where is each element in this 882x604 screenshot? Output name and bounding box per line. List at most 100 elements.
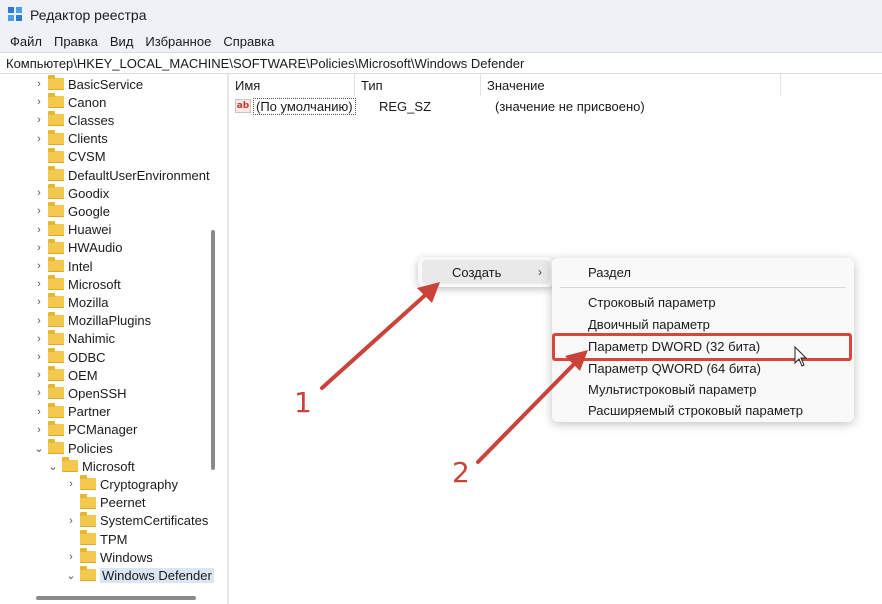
value-type: REG_SZ [379,98,432,114]
folder-icon [48,311,64,327]
chevron-down-icon[interactable]: ⌄ [34,439,44,457]
tree-item[interactable]: › SystemCertificates [66,511,208,530]
folder-icon [48,293,64,309]
submenu-item-multistring[interactable]: Мультистроковый параметр [588,378,757,400]
tree-item-label: Intel [68,258,93,274]
chevron-right-icon[interactable]: › [34,366,44,384]
chevron-right-icon[interactable]: › [34,293,44,311]
string-value-icon: ab [235,99,251,113]
tree-item-label: DefaultUserEnvironment [68,167,210,183]
chevron-right-icon[interactable]: › [34,275,44,293]
tree-item[interactable]: › Google [34,202,110,220]
menu-item-create[interactable]: Создать › [422,260,550,284]
chevron-down-icon[interactable]: ⌄ [48,457,58,475]
folder-icon [48,439,64,454]
chevron-right-icon[interactable]: › [34,93,44,111]
chevron-right-icon[interactable]: › [66,548,76,566]
column-type[interactable]: Тип [355,74,481,96]
annotation-step-1: 1 [294,386,312,419]
menu-view[interactable]: Вид [104,34,140,49]
chevron-right-icon[interactable]: › [34,202,44,220]
submenu-item-string[interactable]: Строковый параметр [588,291,716,313]
tree-item[interactable]: › Mozilla [34,293,108,311]
folder-icon [48,184,64,200]
registry-tree[interactable]: › BasicService › Canon › Classes › Clients CVSM D… [0,74,222,604]
chevron-right-icon: › [538,265,542,279]
address-bar[interactable]: Компьютер\HKEY_LOCAL_MACHINE\SOFTWARE\Po… [0,52,882,74]
tree-item[interactable]: ⌄ Windows Defender [66,566,214,584]
tree-item[interactable]: TPM [66,530,127,548]
tree-item[interactable]: › BasicService [34,75,143,93]
folder-icon [80,530,96,545]
chevron-right-icon[interactable]: › [34,348,44,366]
tree-item-label: Clients [68,131,108,147]
tree-item[interactable]: › Nahimic [34,329,115,348]
tree-item[interactable]: › MozillaPlugins [34,311,151,330]
tree-item[interactable]: › Goodix [34,184,109,202]
tree-item[interactable]: CVSM [34,147,106,166]
chevron-right-icon[interactable]: › [34,184,44,202]
chevron-right-icon[interactable]: › [34,75,44,93]
chevron-right-icon[interactable]: › [34,421,44,439]
tree-item-label: Microsoft [82,458,135,474]
tree-item[interactable]: › PCManager [34,420,137,439]
tree-item[interactable]: › ODBC [34,348,106,366]
chevron-right-icon[interactable]: › [34,384,44,402]
folder-icon [48,220,64,236]
tree-item[interactable]: › OEM [34,366,98,384]
folder-icon [80,548,96,564]
tree-item[interactable]: ⌄ Policies [34,439,113,457]
tree-item-label: Policies [68,440,113,456]
chevron-right-icon[interactable]: › [34,221,44,239]
chevron-right-icon[interactable]: › [34,130,44,148]
tree-item[interactable]: › OpenSSH [34,384,127,402]
tree-item-label: Microsoft [68,276,121,292]
menu-help[interactable]: Справка [217,34,280,49]
tree-item[interactable]: › Canon [34,93,106,111]
menu-file[interactable]: Файл [4,34,48,49]
menu-favorites[interactable]: Избранное [139,34,217,49]
value-row[interactable]: ab (По умолчанию) REG_SZ (значение не пр… [229,96,645,116]
folder-icon [48,329,64,345]
chevron-right-icon[interactable]: › [34,403,44,421]
chevron-down-icon[interactable]: ⌄ [66,566,76,584]
tree-item[interactable]: › Cryptography [66,475,178,493]
tree-item[interactable]: ⌄ Microsoft [48,457,135,475]
tree-item[interactable]: › Clients [34,129,108,148]
tree-item[interactable]: › HWAudio [34,238,122,257]
tree-item[interactable]: Peernet [66,493,146,512]
tree-item[interactable]: DefaultUserEnvironment [34,166,210,184]
folder-icon [80,566,96,582]
tree-guide [34,166,44,184]
column-value[interactable]: Значение [481,74,781,96]
chevron-right-icon[interactable]: › [34,312,44,330]
tree-item-label: Windows Defender [100,567,214,583]
chevron-right-icon[interactable]: › [34,257,44,275]
tree-item[interactable]: › Microsoft [34,275,121,293]
submenu-item-expandable-string[interactable]: Расширяемый строковый параметр [588,399,803,421]
chevron-right-icon[interactable]: › [34,330,44,348]
chevron-right-icon[interactable]: › [34,239,44,257]
tree-item[interactable]: › Windows [66,548,153,566]
tree-item[interactable]: › Classes [34,111,114,129]
folder-icon [48,93,64,109]
tree-item-label: Goodix [68,185,110,201]
folder-icon [48,75,64,90]
folder-icon [48,238,64,254]
tree-item[interactable]: › Intel [34,257,93,275]
folder-icon [48,147,64,163]
chevron-right-icon[interactable]: › [34,111,44,129]
submenu-item-binary[interactable]: Двоичный параметр [588,313,710,335]
tree-item[interactable]: › Huawei [34,220,112,239]
tree-vertical-scrollbar[interactable] [211,230,215,470]
chevron-right-icon[interactable]: › [66,512,76,530]
column-name[interactable]: Имя [229,74,355,96]
tree-item-label: Huawei [68,222,112,238]
tree-item[interactable]: › Partner [34,402,111,421]
chevron-right-icon[interactable]: › [66,475,76,493]
tree-horizontal-scrollbar[interactable] [36,596,196,600]
tree-item-label: Cryptography [100,476,179,492]
menu-edit[interactable]: Правка [48,34,104,49]
submenu-item-key[interactable]: Раздел [588,261,631,283]
tree-item-label: Mozilla [68,294,109,310]
